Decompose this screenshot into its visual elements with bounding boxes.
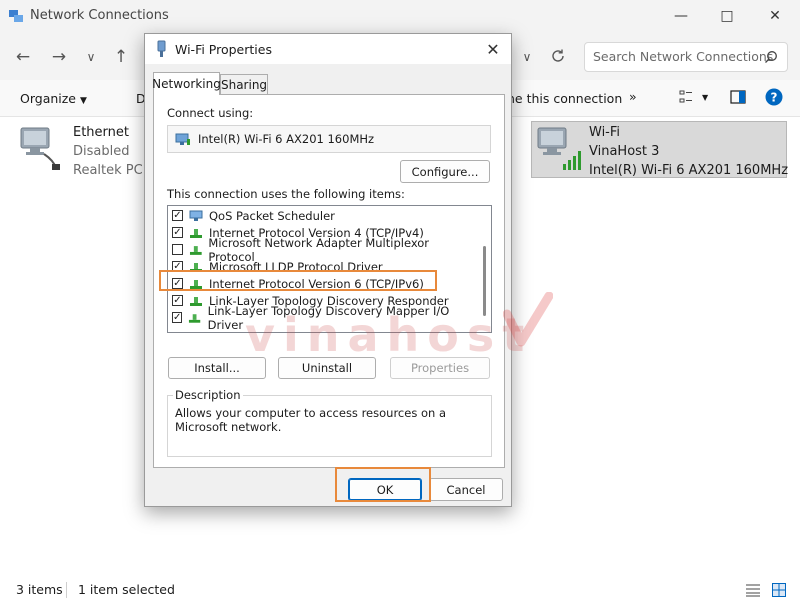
watermark: vinahost (245, 308, 533, 362)
forward-arrow-icon[interactable]: → (48, 46, 70, 68)
search-icon (765, 51, 777, 63)
details-view-icon[interactable] (745, 583, 761, 597)
svg-text:?: ? (771, 91, 778, 105)
adapter-name: Intel(R) Wi-Fi 6 AX201 160MHz (198, 132, 375, 146)
description-text: Allows your computer to access resources… (175, 406, 446, 434)
caret-down-icon: ▼ (79, 96, 87, 106)
list-item[interactable]: ✓ QoS Packet Scheduler (172, 207, 472, 224)
qos-icon (189, 210, 203, 221)
tab-sharing[interactable]: Sharing (220, 74, 268, 94)
ethernet-name[interactable]: Ethernet (73, 125, 129, 140)
ethernet-adapter-icon[interactable] (18, 124, 62, 172)
search-placeholder: Search Network Connections (593, 49, 774, 64)
description-heading: Description (173, 388, 243, 402)
list-scrollbar-thumb[interactable] (483, 246, 486, 316)
list-item[interactable]: Microsoft Network Adapter Multiplexor Pr… (172, 236, 472, 264)
view-options-icon[interactable] (679, 90, 693, 104)
adapter-box: Intel(R) Wi-Fi 6 AX201 160MHz (167, 125, 491, 153)
item-count: 3 items (16, 582, 63, 597)
cancel-button[interactable]: Cancel (429, 478, 503, 501)
wifi-status: VinaHost 3 (589, 144, 660, 159)
checkbox[interactable] (172, 244, 183, 255)
items-label: This connection uses the following items… (167, 187, 405, 201)
maximize-button[interactable]: □ (704, 0, 750, 32)
protocol-icon (189, 245, 202, 255)
back-arrow-icon[interactable]: ← (12, 46, 34, 68)
protocol-icon (190, 228, 202, 238)
configure-button[interactable]: Configure... (400, 160, 490, 183)
connect-using-label: Connect using: (167, 106, 254, 120)
dialog-title: Wi-Fi Properties (175, 42, 272, 57)
rename-connection-command[interactable]: ne this connection (507, 91, 622, 106)
adapter-icon (175, 133, 190, 145)
ipv6-highlight-box (159, 270, 437, 291)
organize-menu[interactable]: Organize ▼ (20, 91, 87, 106)
watermark-check-icon (503, 292, 553, 347)
ok-highlight-box (335, 467, 431, 502)
help-icon[interactable]: ? (765, 88, 783, 106)
more-commands-button[interactable]: » (629, 89, 637, 104)
protocol-icon (190, 296, 202, 306)
window-title: Network Connections (30, 8, 169, 23)
preview-pane-icon[interactable] (730, 90, 746, 104)
large-icons-view-icon[interactable] (771, 582, 787, 598)
checkbox[interactable]: ✓ (172, 227, 183, 238)
organize-label: Organize (20, 91, 76, 106)
network-connections-icon (9, 10, 23, 22)
recent-locations-chevron-icon[interactable]: ∨ (80, 46, 102, 68)
network-adapter-icon (157, 40, 166, 57)
checkbox[interactable]: ✓ (172, 210, 183, 221)
tab-networking[interactable]: Networking (152, 72, 221, 95)
address-dropdown-chevron-icon[interactable]: ∨ (516, 46, 538, 68)
minimize-button[interactable]: — (658, 0, 704, 32)
up-arrow-icon[interactable]: ↑ (110, 46, 132, 68)
ethernet-status: Disabled (73, 144, 130, 159)
dialog-close-button[interactable]: ✕ (481, 38, 505, 60)
search-box[interactable]: Search Network Connections (584, 42, 788, 72)
wifi-name: Wi-Fi (589, 125, 621, 140)
wifi-device: Intel(R) Wi-Fi 6 AX201 160MHz (589, 163, 789, 178)
protocol-icon (189, 313, 201, 323)
checkbox[interactable]: ✓ (172, 312, 183, 323)
checkbox[interactable]: ✓ (172, 295, 183, 306)
selection-count: 1 item selected (78, 582, 175, 597)
status-divider (66, 582, 67, 598)
view-dropdown-caret-icon[interactable]: ▼ (702, 93, 708, 102)
close-window-button[interactable]: ✕ (752, 0, 798, 32)
wifi-adapter-icon (537, 127, 581, 170)
refresh-icon[interactable] (549, 47, 567, 65)
list-item-label: QoS Packet Scheduler (209, 208, 335, 223)
